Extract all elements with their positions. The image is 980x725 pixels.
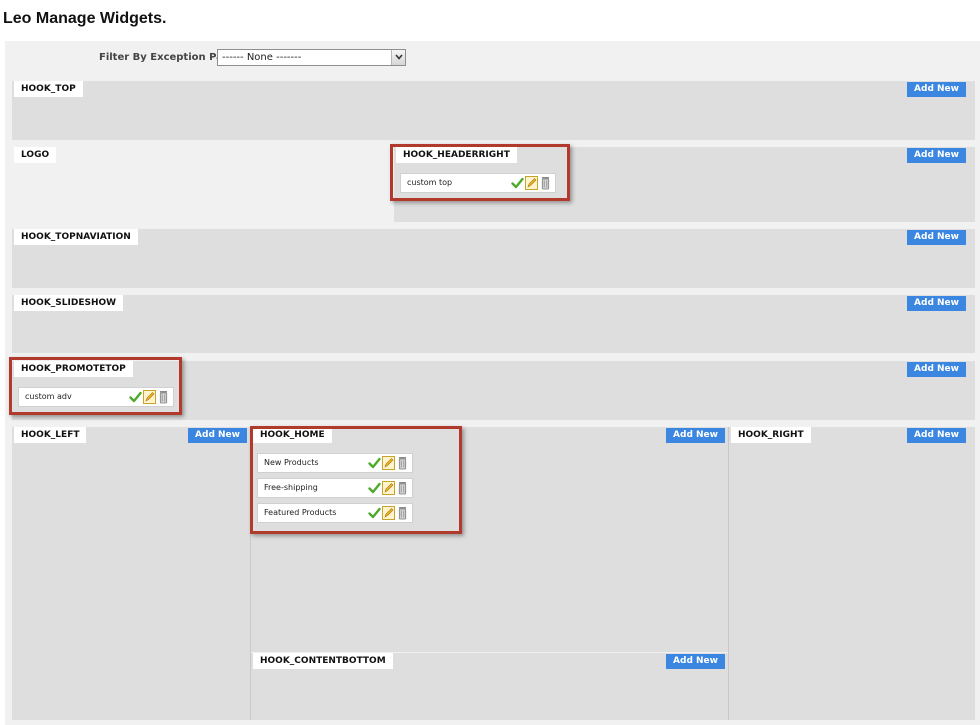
check-icon[interactable] [368,481,381,495]
trash-icon[interactable] [396,481,409,495]
pencil-icon[interactable] [382,456,395,470]
hook-headerright-label: HOOK_HEADERRIGHT [396,147,517,163]
hook-topnavigation-label: HOOK_TOPNAVIATION [14,229,138,245]
pencil-icon[interactable] [382,481,395,495]
hook-contentbottom-add-button[interactable]: Add New [666,654,725,669]
hook-right-label: HOOK_RIGHT [731,427,811,443]
hook-right: HOOK_RIGHT [729,427,975,720]
hook-left: HOOK_LEFT [12,427,250,720]
check-icon[interactable] [368,506,381,520]
hook-slideshow: HOOK_SLIDESHOW [12,295,975,353]
page-title: Leo Manage Widgets. [3,10,167,27]
trash-icon[interactable] [396,506,409,520]
widget-item: Free-shipping [257,478,413,498]
dropdown-arrow-icon[interactable] [391,50,405,65]
widget-name: custom top [407,178,453,187]
pencil-icon[interactable] [382,506,395,520]
hook-top-add-button[interactable]: Add New [907,82,966,97]
hook-headerright-add-button[interactable]: Add New [907,148,966,163]
hook-home-label: HOOK_HOME [253,427,332,443]
hook-slideshow-add-button[interactable]: Add New [907,296,966,311]
check-icon[interactable] [511,176,524,190]
widget-item: custom adv [18,387,174,407]
hook-home-add-button[interactable]: Add New [666,428,725,443]
hook-topnavigation: HOOK_TOPNAVIATION [12,229,975,288]
pencil-icon[interactable] [143,390,156,404]
hook-contentbottom-label: HOOK_CONTENTBOTTOM [253,653,393,669]
exception-page-select[interactable]: ------ None ------- [217,49,406,66]
hook-left-add-button[interactable]: Add New [188,428,247,443]
widget-name: Featured Products [264,508,337,517]
hook-top: HOOK_TOP [12,81,975,140]
hook-top-label: HOOK_TOP [14,81,83,97]
widget-item: New Products [257,453,413,473]
widget-name: custom adv [25,392,72,401]
pencil-icon[interactable] [525,176,538,190]
hook-logo-label: LOGO [14,147,57,163]
widget-item: custom top [400,173,556,193]
widget-name: Free-shipping [264,483,318,492]
check-icon[interactable] [368,456,381,470]
widget-name: New Products [264,458,319,467]
hook-promotetop-label: HOOK_PROMOTETOP [14,361,133,377]
hook-left-label: HOOK_LEFT [14,427,87,443]
trash-icon[interactable] [539,176,552,190]
hook-logo: LOGO [12,147,394,222]
widget-item: Featured Products [257,503,413,523]
exception-page-selected: ------ None ------- [222,52,302,63]
hook-slideshow-label: HOOK_SLIDESHOW [14,295,124,311]
hook-topnavigation-add-button[interactable]: Add New [907,230,966,245]
trash-icon[interactable] [157,390,170,404]
hook-promotetop-add-button[interactable]: Add New [907,362,966,377]
hook-right-add-button[interactable]: Add New [907,428,966,443]
check-icon[interactable] [129,390,142,404]
hook-contentbottom: HOOK_CONTENTBOTTOM [251,653,728,720]
trash-icon[interactable] [396,456,409,470]
